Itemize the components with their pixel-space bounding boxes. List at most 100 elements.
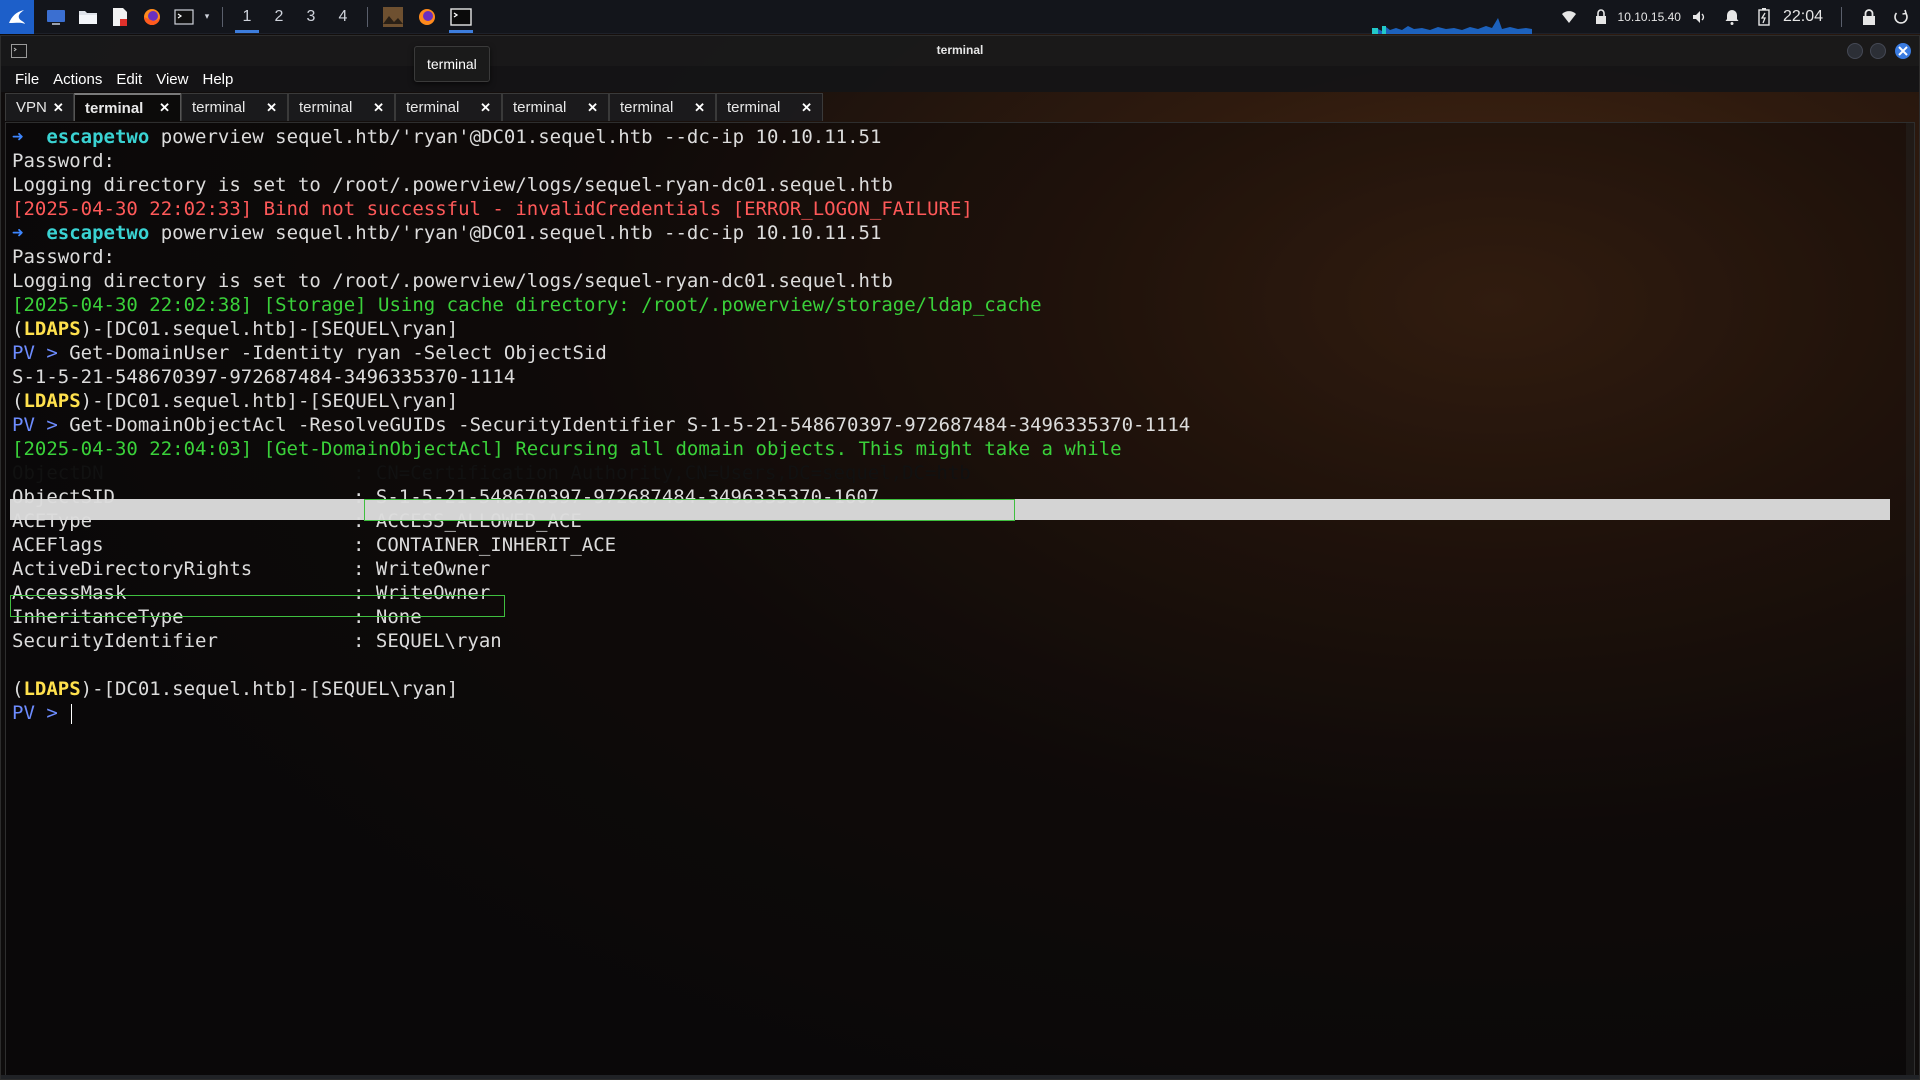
acl-row: ObjectDN: CN=Certification Authority,CN=… [12,461,971,485]
acl-colon: : [353,582,376,604]
tab-close-icon[interactable]: ✕ [159,100,170,116]
menu-help[interactable]: Help [196,71,241,88]
chevron-down-icon[interactable]: ▾ [200,0,214,34]
acl-key: SecurityIdentifier [12,630,218,652]
acl-key: InheritanceType [12,606,184,628]
acl-value: SEQUEL\ryan [375,630,502,652]
terminal-icon[interactable] [168,0,200,34]
acl-colon: : [353,534,376,556]
acl-key: ActiveDirectoryRights [12,558,253,580]
acl-colon: : [353,630,376,652]
tab-label: terminal [85,99,144,117]
tab-vpn[interactable]: VPN ✕ [5,93,74,121]
pv-prompt: (LDAPS)-[DC01.sequel.htb]-[SEQUEL\ryan] [12,390,459,412]
acl-colon: : [353,606,376,628]
pv-prompt: (LDAPS)-[DC01.sequel.htb]-[SEQUEL\ryan] [12,318,459,340]
terminal-output[interactable]: ➜ escapetwo powerview sequel.htb/'ryan'@… [5,122,1915,1077]
terminal-command: PV > Get-DomainUser -Identity ryan -Sele… [12,342,607,364]
window-title: terminal [936,43,984,57]
acl-colon: : [353,486,376,508]
close-button[interactable] [1895,43,1911,59]
tab-terminal[interactable]: terminal ✕ [288,93,395,121]
acl-row: InheritanceType: None [12,605,422,629]
cpu-graph [1371,18,1532,34]
tab-close-icon[interactable]: ✕ [266,100,277,116]
battery-icon[interactable] [1751,0,1777,34]
maximize-button[interactable] [1870,43,1886,59]
vpn-ip: 10.10.15.40 [1617,10,1681,24]
acl-value: ACCESS_ALLOWED_ACE [375,510,582,532]
desktop-icon[interactable] [40,0,72,34]
tab-bar: VPN ✕ terminal ✕ terminal ✕ terminal ✕ termi… [5,93,1915,121]
tab-terminal[interactable]: terminal ✕ [181,93,288,121]
file-manager-icon[interactable] [72,0,104,34]
tab-terminal[interactable]: terminal ✕ [395,93,502,121]
tab-close-icon[interactable]: ✕ [480,100,491,116]
acl-value: CONTAINER_INHERIT_ACE [375,534,617,556]
title-bar[interactable]: terminal [1,36,1919,66]
bell-icon[interactable] [1719,0,1745,34]
terminal-line: ➜ escapetwo powerview sequel.htb/'ryan'@… [12,222,882,244]
acl-row: AccessMask: WriteOwner [12,581,490,605]
terminal-input-line[interactable]: PV > [12,701,73,725]
tab-terminal[interactable]: terminal ✕ [716,93,823,121]
task-firefox[interactable] [410,0,444,34]
kali-menu-icon[interactable] [0,0,34,34]
clock[interactable]: 22:04 [1783,8,1823,26]
menu-bar: File Actions Edit View Help [1,66,1919,92]
firefox-icon[interactable] [136,0,168,34]
vpn-icon[interactable] [1588,0,1614,34]
terminal-info-line: [2025-04-30 22:04:03] [Get-DomainObjectA… [12,438,1122,460]
panel-separator [222,6,223,27]
terminal-line: Logging directory is set to /root/.power… [12,174,893,196]
tab-label: terminal [727,99,781,116]
power-icon[interactable] [1888,0,1914,34]
tab-close-icon[interactable]: ✕ [53,100,64,116]
text-editor-icon[interactable] [104,0,136,34]
volume-icon[interactable] [1687,0,1713,34]
tooltip: terminal [414,46,490,82]
tab-close-icon[interactable]: ✕ [373,100,384,116]
menu-actions[interactable]: Actions [47,71,110,88]
scrollbar[interactable] [1906,123,1914,1076]
workspace-3[interactable]: 3 [295,0,327,34]
tab-close-icon[interactable]: ✕ [694,100,705,116]
acl-row: SecurityIdentifier: SEQUEL\ryan [12,629,502,653]
tab-terminal-active[interactable]: terminal ✕ [74,93,181,121]
acl-value: WriteOwner [375,582,491,604]
acl-colon: : [353,510,376,532]
acl-value: CN=Certification Authority,CN=Users,DC=s… [375,462,971,484]
panel-separator [367,6,368,27]
menu-view[interactable]: View [150,71,196,88]
tab-terminal[interactable]: terminal ✕ [502,93,609,121]
tab-label: terminal [513,99,567,116]
tab-label: terminal [299,99,353,116]
acl-key: ObjectSID [12,486,115,508]
tab-close-icon[interactable]: ✕ [587,100,598,116]
acl-row: ACEFlags: CONTAINER_INHERIT_ACE [12,533,616,557]
workspace-4[interactable]: 4 [327,0,359,34]
terminal-line: Password: [12,246,115,268]
panel-separator [1841,7,1842,27]
acl-value: WriteOwner [375,558,491,580]
terminal-info-line: [2025-04-30 22:02:38] [Storage] Using ca… [12,294,1042,316]
workspace-2[interactable]: 2 [263,0,295,34]
tab-terminal[interactable]: terminal ✕ [609,93,716,121]
tab-close-icon[interactable]: ✕ [801,100,812,116]
acl-key: ACEType [12,510,93,532]
workspace-1[interactable]: 1 [231,0,263,34]
acl-key: ObjectDN [12,462,104,484]
terminal-line: Logging directory is set to /root/.power… [12,270,893,292]
tab-label: VPN [16,99,47,116]
menu-file[interactable]: File [1,71,47,88]
terminal-command: PV > Get-DomainObjectAcl -ResolveGUIDs -… [12,414,1191,436]
acl-row: ActiveDirectoryRights: WriteOwner [12,557,490,581]
menu-edit[interactable]: Edit [110,71,150,88]
tab-label: terminal [620,99,674,116]
task-terminal[interactable] [444,0,478,34]
task-image-viewer[interactable] [376,0,410,34]
acl-value: None [375,606,422,628]
minimize-button[interactable] [1847,43,1863,59]
wifi-icon[interactable] [1556,0,1582,34]
lock-icon[interactable] [1856,0,1882,34]
